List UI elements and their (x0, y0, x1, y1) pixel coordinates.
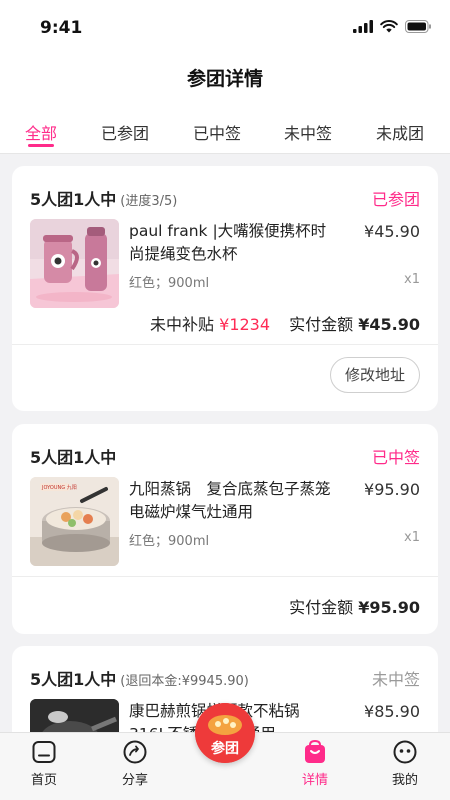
profile-face-icon (393, 740, 417, 764)
paid-value: ¥95.90 (358, 598, 420, 617)
cup-product-illustration (30, 219, 119, 308)
order-card[interactable]: 5人团1人中 已中签 JOYOUNG 九阳 九阳蒸锅 复合底蒸包子蒸笼电磁炉煤气… (12, 424, 438, 634)
status-time: 9:41 (40, 18, 83, 38)
home-icon (32, 741, 56, 763)
group-size: 5人团1人中 (30, 448, 117, 467)
quantity: x1 (404, 272, 420, 287)
order-summary: 实付金额 ¥95.90 (289, 594, 420, 618)
group-size: 5人团1人中 (30, 190, 117, 209)
group-info: 5人团1人中 (进度3/5) (30, 186, 177, 210)
paid-label: 实付金额 (289, 315, 354, 334)
status-tabs: 全部 已参团 已中签 未中签 未成团 (0, 102, 450, 154)
card-divider (12, 576, 438, 577)
tabbar-details[interactable]: 详情 (285, 739, 345, 788)
tabbar-label: 我的 (391, 773, 418, 788)
product-spec: 红色；900ml (129, 534, 210, 549)
progress-note: (进度3/5) (120, 194, 178, 209)
product-image[interactable] (30, 219, 119, 308)
card-divider (12, 344, 438, 345)
product-image[interactable]: JOYOUNG 九阳 (30, 477, 119, 566)
order-card[interactable]: 5人团1人中 (进度3/5) 已参团 paul frank |大嘴猴便携杯时尚提绳… (12, 166, 438, 411)
status-icons (353, 20, 432, 33)
modify-address-button[interactable]: 修改地址 (330, 357, 420, 393)
battery-icon (405, 20, 431, 33)
tabbar-share[interactable]: 分享 (105, 739, 165, 788)
status-badge: 未中签 (371, 670, 420, 689)
group-size: 5人团1人中 (30, 670, 117, 689)
subsidy-value: ¥1234 (219, 315, 271, 334)
share-icon (123, 740, 147, 764)
tabbar-home[interactable]: 首页 (14, 739, 74, 788)
tab-all[interactable]: 全部 (25, 120, 57, 144)
tabbar-mine[interactable]: 我的 (375, 739, 435, 788)
active-tab-indicator (28, 144, 54, 147)
unit-price: ¥95.90 (364, 480, 420, 499)
shopping-bag-icon (305, 739, 325, 763)
tabbar-label: 分享 (121, 773, 148, 788)
paid-label: 实付金额 (289, 598, 354, 617)
page-title: 参团详情 (186, 68, 263, 90)
tab-not-formed[interactable]: 未成团 (376, 120, 424, 144)
paid-value: ¥45.90 (358, 315, 420, 334)
quantity: x1 (404, 530, 420, 545)
status-bar: 9:41 (0, 0, 450, 56)
unit-price: ¥85.90 (364, 702, 420, 721)
product-name[interactable]: 九阳蒸锅 复合底蒸包子蒸笼电磁炉煤气灶通用 (129, 478, 339, 524)
steamer-product-illustration: JOYOUNG 九阳 (30, 477, 119, 566)
wifi-icon (380, 20, 398, 33)
status-badge: 已中签 (371, 448, 420, 467)
product-spec: 红色；900ml (129, 276, 210, 291)
tab-not-won[interactable]: 未中签 (284, 120, 332, 144)
join-group-button[interactable]: 参团 (195, 703, 255, 763)
order-summary: 未中补贴 ¥1234 实付金额 ¥45.90 (150, 311, 420, 335)
tab-won[interactable]: 已中签 (193, 120, 241, 144)
cellular-signal-icon (353, 20, 373, 33)
unit-price: ¥45.90 (364, 222, 420, 241)
join-group-label: 参团 (211, 741, 239, 757)
subsidy-label: 未中补贴 (150, 315, 215, 334)
group-info: 5人团1人中 (退回本金:¥9945.90) (30, 666, 249, 690)
tab-joined[interactable]: 已参团 (101, 120, 149, 144)
product-name[interactable]: paul frank |大嘴猴便携杯时尚提绳变色水杯 (129, 220, 339, 266)
tabbar-label: 详情 (301, 773, 328, 788)
tabbar-label: 首页 (30, 773, 57, 788)
bottom-tab-bar: 首页 分享 参团 详情 我的 (0, 703, 450, 800)
page-header: 参团详情 (0, 56, 450, 102)
image-brand-text: JOYOUNG 九阳 (41, 484, 77, 491)
refund-note: (退回本金:¥9945.90) (120, 674, 249, 689)
status-badge: 已参团 (371, 190, 420, 209)
group-info: 5人团1人中 (30, 444, 116, 468)
